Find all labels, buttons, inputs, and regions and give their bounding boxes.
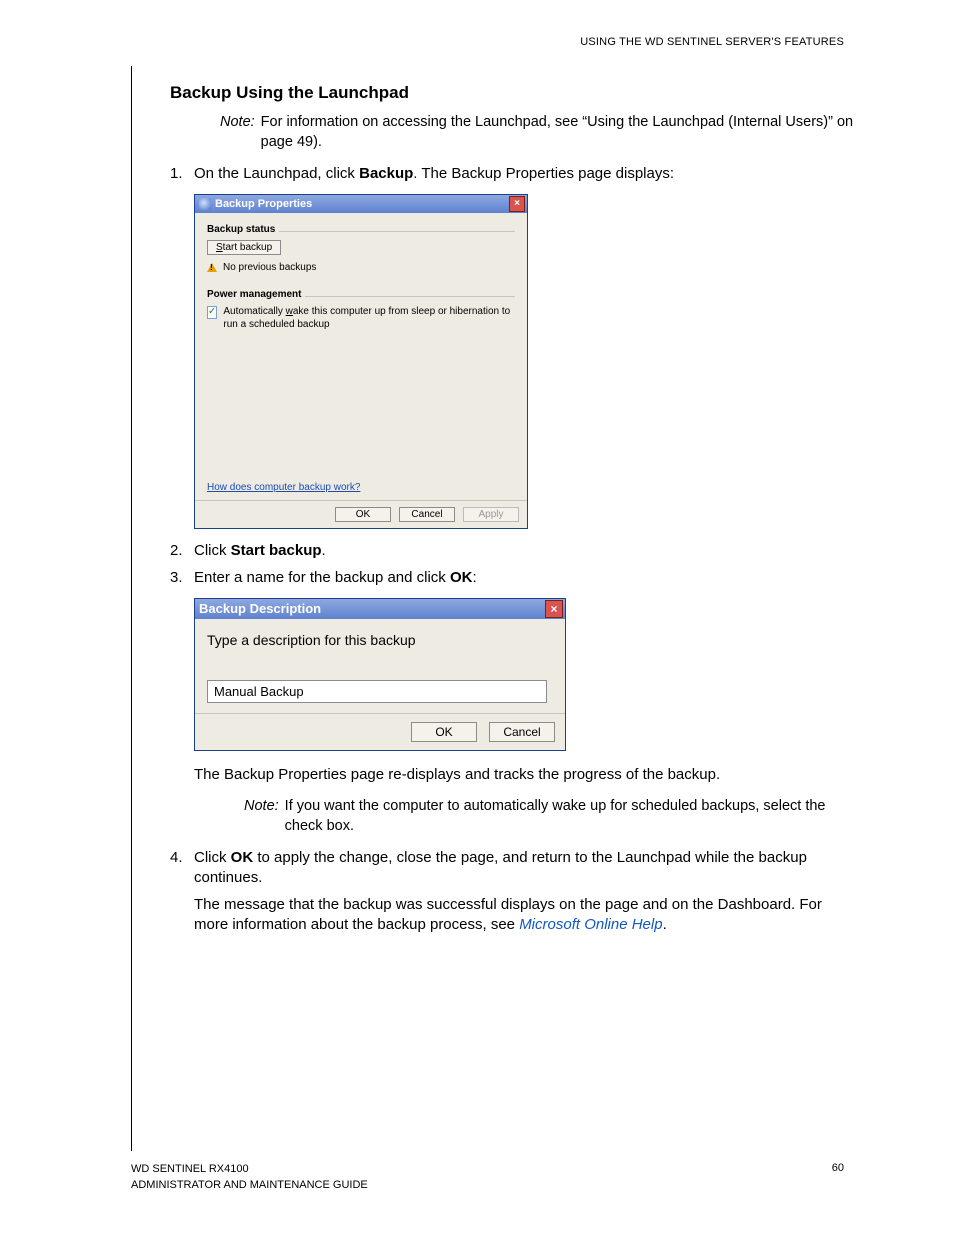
auto-wake-label: Automatically wake this computer up from… — [223, 305, 515, 332]
note-1: Note: For information on accessing the L… — [220, 113, 855, 152]
margin-rule — [131, 66, 132, 1151]
note-body: For information on accessing the Launchp… — [261, 113, 855, 152]
step-4-p2-end: . — [663, 916, 667, 933]
apply-button: Apply — [463, 507, 519, 522]
footer-line2: ADMINISTRATOR AND MAINTENANCE GUIDE — [131, 1178, 368, 1193]
backup-description-dialog: Backup Description × Type a description … — [194, 598, 566, 751]
dialog-title: Backup Description — [199, 600, 545, 618]
step-4-pre: Click — [194, 849, 231, 866]
running-header: USING THE WD SENTINEL SERVER'S FEATURES — [580, 36, 844, 48]
step-3-post: : — [472, 569, 476, 586]
dialog-heading: Type a description for this backup — [207, 631, 553, 650]
close-icon[interactable]: × — [545, 600, 563, 618]
dialog-title: Backup Properties — [215, 197, 509, 212]
step-1-text-post: . The Backup Properties page displays: — [413, 165, 674, 182]
step-4-p2: The message that the backup was successf… — [194, 896, 822, 933]
step-number: 3. — [170, 568, 194, 588]
step-3b-text: The Backup Properties page re-displays a… — [194, 765, 855, 785]
section-heading: Backup Using the Launchpad — [170, 82, 855, 105]
page-number: 60 — [832, 1162, 844, 1193]
cancel-button[interactable]: Cancel — [489, 722, 555, 742]
note-2: Note: If you want the computer to automa… — [244, 797, 855, 836]
step-number: 2. — [170, 541, 194, 561]
microsoft-help-link[interactable]: Microsoft Online Help — [519, 916, 662, 933]
description-input[interactable] — [207, 680, 547, 703]
cancel-button[interactable]: Cancel — [399, 507, 455, 522]
step-2-pre: Click — [194, 542, 231, 559]
step-3-followup: The Backup Properties page re-displays a… — [170, 765, 855, 791]
dialog-titlebar[interactable]: Backup Description × — [195, 599, 565, 619]
step-4: 4. Click OK to apply the change, close t… — [170, 848, 855, 941]
no-previous-backups-text: No previous backups — [223, 261, 316, 275]
start-backup-button[interactable]: SStart backuptart backup — [207, 240, 281, 255]
dialog-titlebar[interactable]: Backup Properties × — [195, 195, 527, 213]
ok-button[interactable]: OK — [411, 722, 477, 742]
page-footer: WD SENTINEL RX4100 ADMINISTRATOR AND MAI… — [131, 1162, 844, 1193]
step-2-bold: Start backup — [231, 542, 322, 559]
step-2-post: . — [322, 542, 326, 559]
auto-wake-checkbox[interactable]: ✓ — [207, 306, 217, 319]
backup-properties-dialog: Backup Properties × Backup status SStart… — [194, 194, 528, 529]
note-body: If you want the computer to automaticall… — [285, 797, 855, 836]
step-3: 3. Enter a name for the backup and click… — [170, 568, 855, 588]
step-3-pre: Enter a name for the backup and click — [194, 569, 450, 586]
step-1-bold: Backup — [359, 165, 413, 182]
close-icon[interactable]: × — [509, 196, 525, 212]
step-1-text-pre: On the Launchpad, click — [194, 165, 359, 182]
backup-status-label: Backup status — [207, 223, 279, 237]
footer-line1: WD SENTINEL RX4100 — [131, 1162, 368, 1177]
warning-icon — [207, 263, 217, 272]
note-label: Note: — [244, 797, 279, 836]
ok-button[interactable]: OK — [335, 507, 391, 522]
step-1: 1. On the Launchpad, click Backup. The B… — [170, 164, 855, 184]
app-icon — [199, 198, 211, 210]
step-number: 1. — [170, 164, 194, 184]
power-management-label: Power management — [207, 288, 305, 302]
step-3-bold: OK — [450, 569, 473, 586]
note-label: Note: — [220, 113, 255, 152]
step-4-bold: OK — [231, 849, 254, 866]
step-4-post: to apply the change, close the page, and… — [194, 849, 807, 886]
step-number: 4. — [170, 848, 194, 941]
help-link[interactable]: How does computer backup work?How does c… — [207, 482, 360, 493]
step-2: 2. Click Start backup. — [170, 541, 855, 561]
